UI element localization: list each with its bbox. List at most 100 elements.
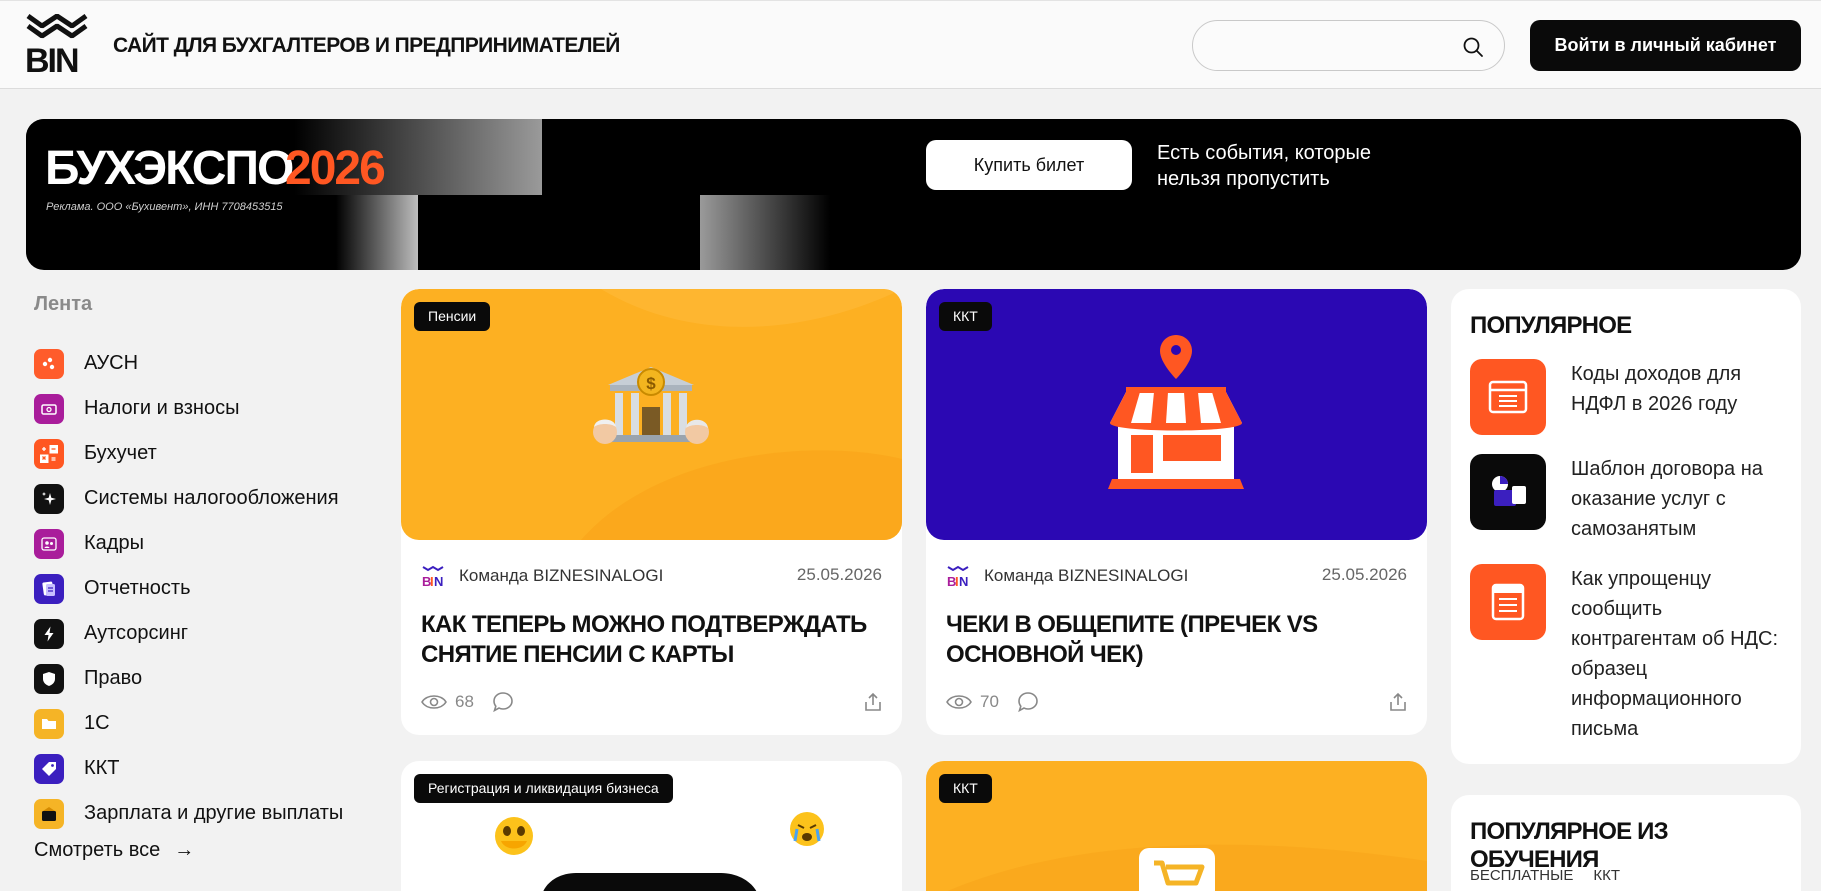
svg-text:N: N <box>434 574 443 588</box>
eye-icon <box>421 695 447 709</box>
article-card[interactable]: $ Пенсии B I N Команда BIZNESINALOGI 25.… <box>401 289 902 735</box>
banner-year-value: 2026 <box>285 142 386 195</box>
article-card[interactable]: ККТ <box>926 761 1427 891</box>
banner-tagline: Есть события, которые нельзя пропустить <box>1157 142 1372 190</box>
article-author[interactable]: B I N Команда BIZNESINALOGI <box>946 564 1188 588</box>
sidebar-item-label: Зарплата и другие выплаты <box>84 802 344 824</box>
sidebar-item-label: Системы налогообложения <box>84 487 339 509</box>
bin-logo[interactable]: BIN <box>24 14 90 76</box>
popular-learning-panel: Популярное из обучения Бесплатные ККТ <box>1451 795 1801 891</box>
sidebar-item-taxes[interactable]: Налоги и взносы <box>34 386 343 431</box>
popular-item[interactable]: Как упрощенцу сообщить контрагентам об Н… <box>1470 564 1781 744</box>
sidebar-item-law[interactable]: Право <box>34 656 343 701</box>
views-count: 68 <box>455 692 474 711</box>
share-icon[interactable] <box>1387 691 1409 713</box>
sidebar-item-label: Бухучет <box>84 442 157 464</box>
popular-item[interactable]: Шаблон договора на оказание услуг с само… <box>1470 454 1781 544</box>
cart-illustration <box>947 844 1427 891</box>
contract-icon <box>1470 454 1546 530</box>
sidebar-item-label: 1С <box>84 712 110 734</box>
tab-free[interactable]: Бесплатные <box>1470 867 1573 884</box>
article-title[interactable]: Как теперь можно подтверждать снятие пен… <box>421 610 871 670</box>
people-icon <box>34 528 64 559</box>
author-name: Команда BIZNESINALOGI <box>459 566 664 585</box>
banner-gradient <box>336 195 418 270</box>
report-icon <box>34 573 64 604</box>
article-image: ККТ <box>926 289 1427 540</box>
author-avatar-icon: B I N <box>422 565 444 588</box>
promo-banner[interactable]: БУХЭКСПО 2026 Реклама. ООО «Бухивент», И… <box>26 119 1801 270</box>
wallet-icon <box>34 798 64 829</box>
sidebar-item-hr[interactable]: Кадры <box>34 521 343 566</box>
banner-title: БУХЭКСПО <box>45 142 294 195</box>
search-icon[interactable] <box>1462 36 1484 58</box>
article-card[interactable]: Регистрация и ликвидация бизнеса <box>401 761 902 891</box>
site-title: Сайт для бухгалтеров и предпринимателей <box>113 34 620 57</box>
comment-icon[interactable] <box>492 691 514 713</box>
tab-kkt[interactable]: ККТ <box>1593 867 1620 884</box>
arrow-right-icon: → <box>174 839 195 861</box>
sidebar-item-tax-systems[interactable]: Системы налогообложения <box>34 476 343 521</box>
see-all-label: Смотреть все <box>34 839 161 861</box>
learning-tabs: Бесплатные ККТ <box>1470 867 1640 884</box>
sidebar-item-label: Аутсорсинг <box>84 622 189 644</box>
search-input[interactable] <box>1211 33 1451 59</box>
folder-icon <box>34 708 64 739</box>
svg-text:$: $ <box>646 374 656 393</box>
banner-year: 2026 <box>285 141 386 196</box>
article-stats: 68 <box>421 691 514 713</box>
see-all-link[interactable]: Смотреть все → <box>34 839 194 862</box>
sidebar-item-accounting[interactable]: Бухучет <box>34 431 343 476</box>
tag-icon <box>34 753 64 784</box>
sidebar-item-label: Налоги и взносы <box>84 397 240 419</box>
site-header: BIN Сайт для бухгалтеров и предпринимате… <box>0 0 1821 89</box>
sidebar-item-kkt[interactable]: ККТ <box>34 746 343 791</box>
ausn-icon <box>34 348 64 379</box>
article-image: $ Пенсии <box>401 289 902 540</box>
author-name: Команда BIZNESINALOGI <box>984 566 1189 585</box>
sidebar-item-outsourcing[interactable]: Аутсорсинг <box>34 611 343 656</box>
sidebar-item-1c[interactable]: 1С <box>34 701 343 746</box>
buy-ticket-button[interactable]: Купить билет <box>926 140 1132 190</box>
article-title[interactable]: Чеки в общепите (пречек vs основной чек) <box>946 610 1396 670</box>
banner-ad-note: Реклама. ООО «Бухивент», ИНН 7708453515 <box>46 201 283 213</box>
sidebar-item-label: АУСН <box>84 352 139 374</box>
taxes-icon <box>34 393 64 424</box>
document-list-icon <box>1470 359 1546 435</box>
search-box[interactable] <box>1192 20 1505 71</box>
banner-gradient <box>700 195 830 270</box>
views-count: 70 <box>980 692 999 711</box>
login-button[interactable]: Войти в личный кабинет <box>1530 20 1801 71</box>
popular-item-text: Коды доходов для НДФЛ в 2026 году <box>1571 363 1742 415</box>
share-icon[interactable] <box>862 691 884 713</box>
article-tag[interactable]: ККТ <box>939 302 992 331</box>
sidebar-item-label: Кадры <box>84 532 144 554</box>
sidebar-item-label: Отчетность <box>84 577 191 599</box>
svg-text:N: N <box>959 574 968 588</box>
popular-title: Популярное <box>1470 312 1632 339</box>
sidebar-item-reports[interactable]: Отчетность <box>34 566 343 611</box>
article-stats: 70 <box>946 691 1039 713</box>
author-avatar-icon: B I N <box>947 565 969 588</box>
sidebar-item-label: Право <box>84 667 143 689</box>
article-card[interactable]: ККТ B I N Команда BIZNESINALOGI 25.05.20… <box>926 289 1427 735</box>
sidebar-categories: АУСН Налоги и взносы Бухучет Системы нал… <box>34 341 343 836</box>
article-author[interactable]: B I N Команда BIZNESINALOGI <box>421 564 663 588</box>
letter-icon <box>1470 564 1546 640</box>
eye-icon <box>946 695 972 709</box>
article-tag[interactable]: Пенсии <box>414 302 491 331</box>
sidebar-item-ausn[interactable]: АУСН <box>34 341 343 386</box>
popular-item-text: Шаблон договора на оказание услуг с само… <box>1571 458 1763 540</box>
svg-text:BIN: BIN <box>25 42 78 76</box>
article-tag[interactable]: ККТ <box>939 774 992 803</box>
sparkle-icon <box>34 483 64 514</box>
comment-icon[interactable] <box>1017 691 1039 713</box>
sidebar-item-salary[interactable]: Зарплата и другие выплаты <box>34 791 343 836</box>
popular-panel: Популярное Коды доходов для НДФЛ в 2026 … <box>1451 289 1801 764</box>
calculator-icon <box>34 438 64 469</box>
feed-title: Лента <box>34 293 93 315</box>
shield-icon <box>34 663 64 694</box>
popular-item[interactable]: Коды доходов для НДФЛ в 2026 году <box>1470 359 1781 435</box>
article-tag[interactable]: Регистрация и ликвидация бизнеса <box>414 774 673 803</box>
lightning-icon <box>34 618 64 649</box>
